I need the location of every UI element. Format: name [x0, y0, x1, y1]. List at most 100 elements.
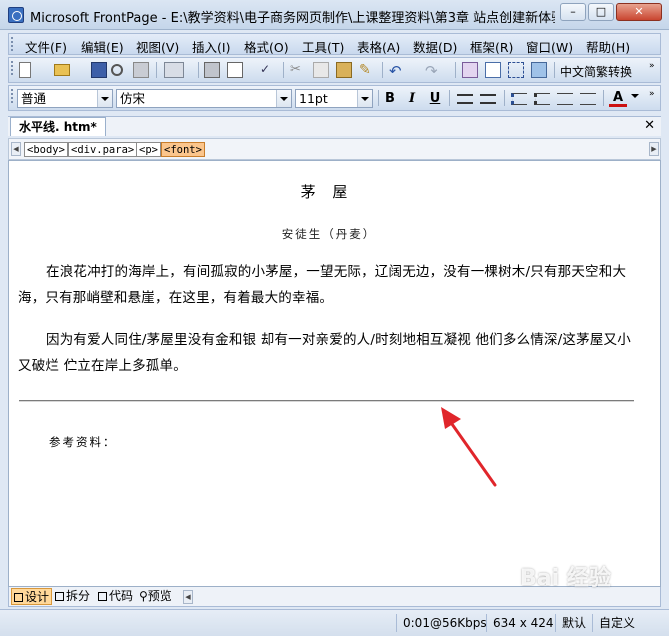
copy-icon[interactable] — [313, 62, 329, 78]
code-view-icon — [98, 592, 107, 601]
font-size-select[interactable]: 11pt — [295, 89, 373, 108]
print-preview-icon[interactable] — [227, 62, 243, 78]
view-code-label: 代码 — [109, 589, 134, 603]
toolbar-separator — [455, 62, 456, 78]
numbered-list-icon[interactable] — [511, 93, 527, 105]
decrease-indent-icon[interactable] — [557, 93, 573, 105]
menu-data[interactable]: 数据(D) — [413, 37, 457, 56]
underline-button[interactable]: U — [426, 90, 444, 107]
insert-picture-icon[interactable] — [531, 62, 547, 78]
cut-icon[interactable]: ✂ — [290, 62, 306, 78]
document-title[interactable]: 茅 屋 — [9, 181, 645, 202]
bold-button[interactable]: B — [381, 90, 399, 107]
document-tab-bar: 水平线. htm* ✕ — [8, 116, 661, 136]
open-folder-icon[interactable] — [54, 64, 70, 76]
standard-toolbar: ✓ ✂ ✎ ↶ ↷ 中文简繁转换 » — [8, 57, 661, 83]
document-author[interactable]: 安徒生（丹麦） — [9, 226, 649, 242]
format-painter-icon[interactable]: ✎ — [359, 62, 375, 78]
view-design-label: 设计 — [25, 590, 50, 604]
spelling-icon[interactable]: ✓ — [260, 62, 276, 78]
toolbar-separator — [554, 62, 555, 78]
italic-button[interactable]: I — [403, 90, 421, 107]
menu-format[interactable]: 格式(O) — [244, 37, 289, 56]
insert-table-icon[interactable] — [485, 62, 501, 78]
font-value: 仿宋 — [120, 91, 146, 106]
undo-icon[interactable]: ↶ — [389, 62, 405, 80]
toolbar-separator — [378, 90, 379, 106]
menu-tools[interactable]: 工具(T) — [302, 37, 344, 56]
view-code-tab[interactable]: 代码 — [98, 588, 133, 605]
formatting-toolbar: 普通 仿宋 11pt B I U A » — [8, 85, 661, 111]
redo-icon[interactable]: ↷ — [425, 62, 441, 80]
maximize-button[interactable]: □ — [588, 3, 614, 21]
chevron-down-icon[interactable] — [276, 90, 291, 107]
menu-window[interactable]: 窗口(W) — [526, 37, 573, 56]
print-icon[interactable] — [204, 62, 220, 78]
toggle-pane-icon[interactable] — [164, 62, 184, 78]
horizontal-line[interactable] — [19, 400, 634, 402]
toolbar-overflow-icon[interactable]: » — [649, 89, 655, 99]
toolbar-grip[interactable] — [11, 89, 16, 103]
menubar-grip[interactable] — [11, 37, 16, 51]
tag-div-para[interactable]: <div.para> — [68, 142, 138, 157]
menu-file[interactable]: 文件(F) — [25, 37, 67, 56]
menu-view[interactable]: 视图(V) — [136, 37, 179, 56]
save-icon[interactable] — [91, 62, 107, 78]
chevron-down-icon[interactable] — [357, 90, 372, 107]
document-tab[interactable]: 水平线. htm* — [10, 117, 106, 136]
status-bar: 0:01@56Kbps 634 x 424 默认 自定义 — [0, 609, 669, 636]
view-split-tab[interactable]: 拆分 — [55, 588, 90, 605]
horizontal-scroll-left-icon[interactable]: ◀ — [183, 590, 193, 604]
toolbar-overflow-icon[interactable]: » — [649, 61, 655, 71]
search-icon[interactable] — [111, 64, 123, 76]
close-document-icon[interactable]: ✕ — [644, 118, 655, 133]
toolbar-grip[interactable] — [11, 61, 16, 75]
download-speed[interactable]: 0:01@56Kbps — [396, 614, 487, 632]
close-button[interactable]: ✕ — [616, 3, 662, 21]
toolbar-separator — [449, 90, 450, 106]
default-setting[interactable]: 默认 — [555, 614, 586, 632]
page-dimensions[interactable]: 634 x 424 — [486, 614, 554, 632]
align-left-icon[interactable] — [457, 94, 473, 104]
paste-icon[interactable] — [336, 62, 352, 78]
scroll-right-icon[interactable]: ▶ — [649, 142, 659, 156]
style-select[interactable]: 普通 — [17, 89, 113, 108]
menu-insert[interactable]: 插入(I) — [192, 37, 230, 56]
chevron-down-icon[interactable] — [97, 90, 112, 107]
font-color-button[interactable]: A — [609, 90, 627, 107]
view-preview-label: 预览 — [147, 589, 172, 603]
design-editor[interactable]: 茅 屋 安徒生（丹麦） 在浪花冲打的海岸上，有间孤寂的小茅屋，一望无际，辽阔无边… — [8, 160, 661, 587]
split-view-icon — [55, 592, 64, 601]
menu-table[interactable]: 表格(A) — [357, 37, 400, 56]
paragraph-1[interactable]: 在浪花冲打的海岸上，有间孤寂的小茅屋，一望无际，辽阔无边，没有一棵树木/只有那天… — [18, 259, 636, 311]
increase-indent-icon[interactable] — [580, 93, 596, 105]
chevron-down-icon[interactable] — [631, 94, 639, 98]
chinese-conversion-button[interactable]: 中文简繁转换 — [560, 63, 632, 80]
reference-label[interactable]: 参考资料： — [49, 434, 117, 450]
annotation-arrow-icon — [441, 407, 497, 487]
menu-help[interactable]: 帮助(H) — [586, 37, 630, 56]
publish-icon[interactable] — [133, 62, 149, 78]
font-select[interactable]: 仿宋 — [116, 89, 292, 108]
view-preview-tab[interactable]: ⚲预览 — [139, 588, 172, 605]
tag-body[interactable]: <body> — [24, 142, 68, 157]
scroll-left-icon[interactable]: ◀ — [11, 142, 21, 156]
baidu-watermark: Bai 经验 — [520, 566, 611, 591]
custom-setting[interactable]: 自定义 — [592, 614, 635, 632]
toolbar-separator — [603, 90, 604, 106]
font-size-value: 11pt — [299, 91, 328, 106]
paragraph-2[interactable]: 因为有爱人同住/茅屋里没有金和银 却有一对亲爱的人/时刻地相互凝视 他们多么情深… — [18, 327, 636, 379]
tag-p[interactable]: <p> — [136, 142, 161, 157]
menu-frames[interactable]: 框架(R) — [470, 37, 513, 56]
minimize-button[interactable]: – — [560, 3, 586, 21]
menu-edit[interactable]: 编辑(E) — [81, 37, 124, 56]
insert-web-component-icon[interactable] — [462, 62, 478, 78]
toolbar-separator — [382, 62, 383, 78]
view-design-tab[interactable]: 设计 — [11, 588, 53, 605]
tag-font[interactable]: <font> — [161, 142, 205, 157]
align-center-icon[interactable] — [480, 94, 496, 104]
bulleted-list-icon[interactable] — [534, 93, 550, 105]
new-page-icon[interactable] — [19, 62, 31, 78]
insert-layer-icon[interactable] — [508, 62, 524, 78]
toolbar-separator — [198, 62, 199, 78]
